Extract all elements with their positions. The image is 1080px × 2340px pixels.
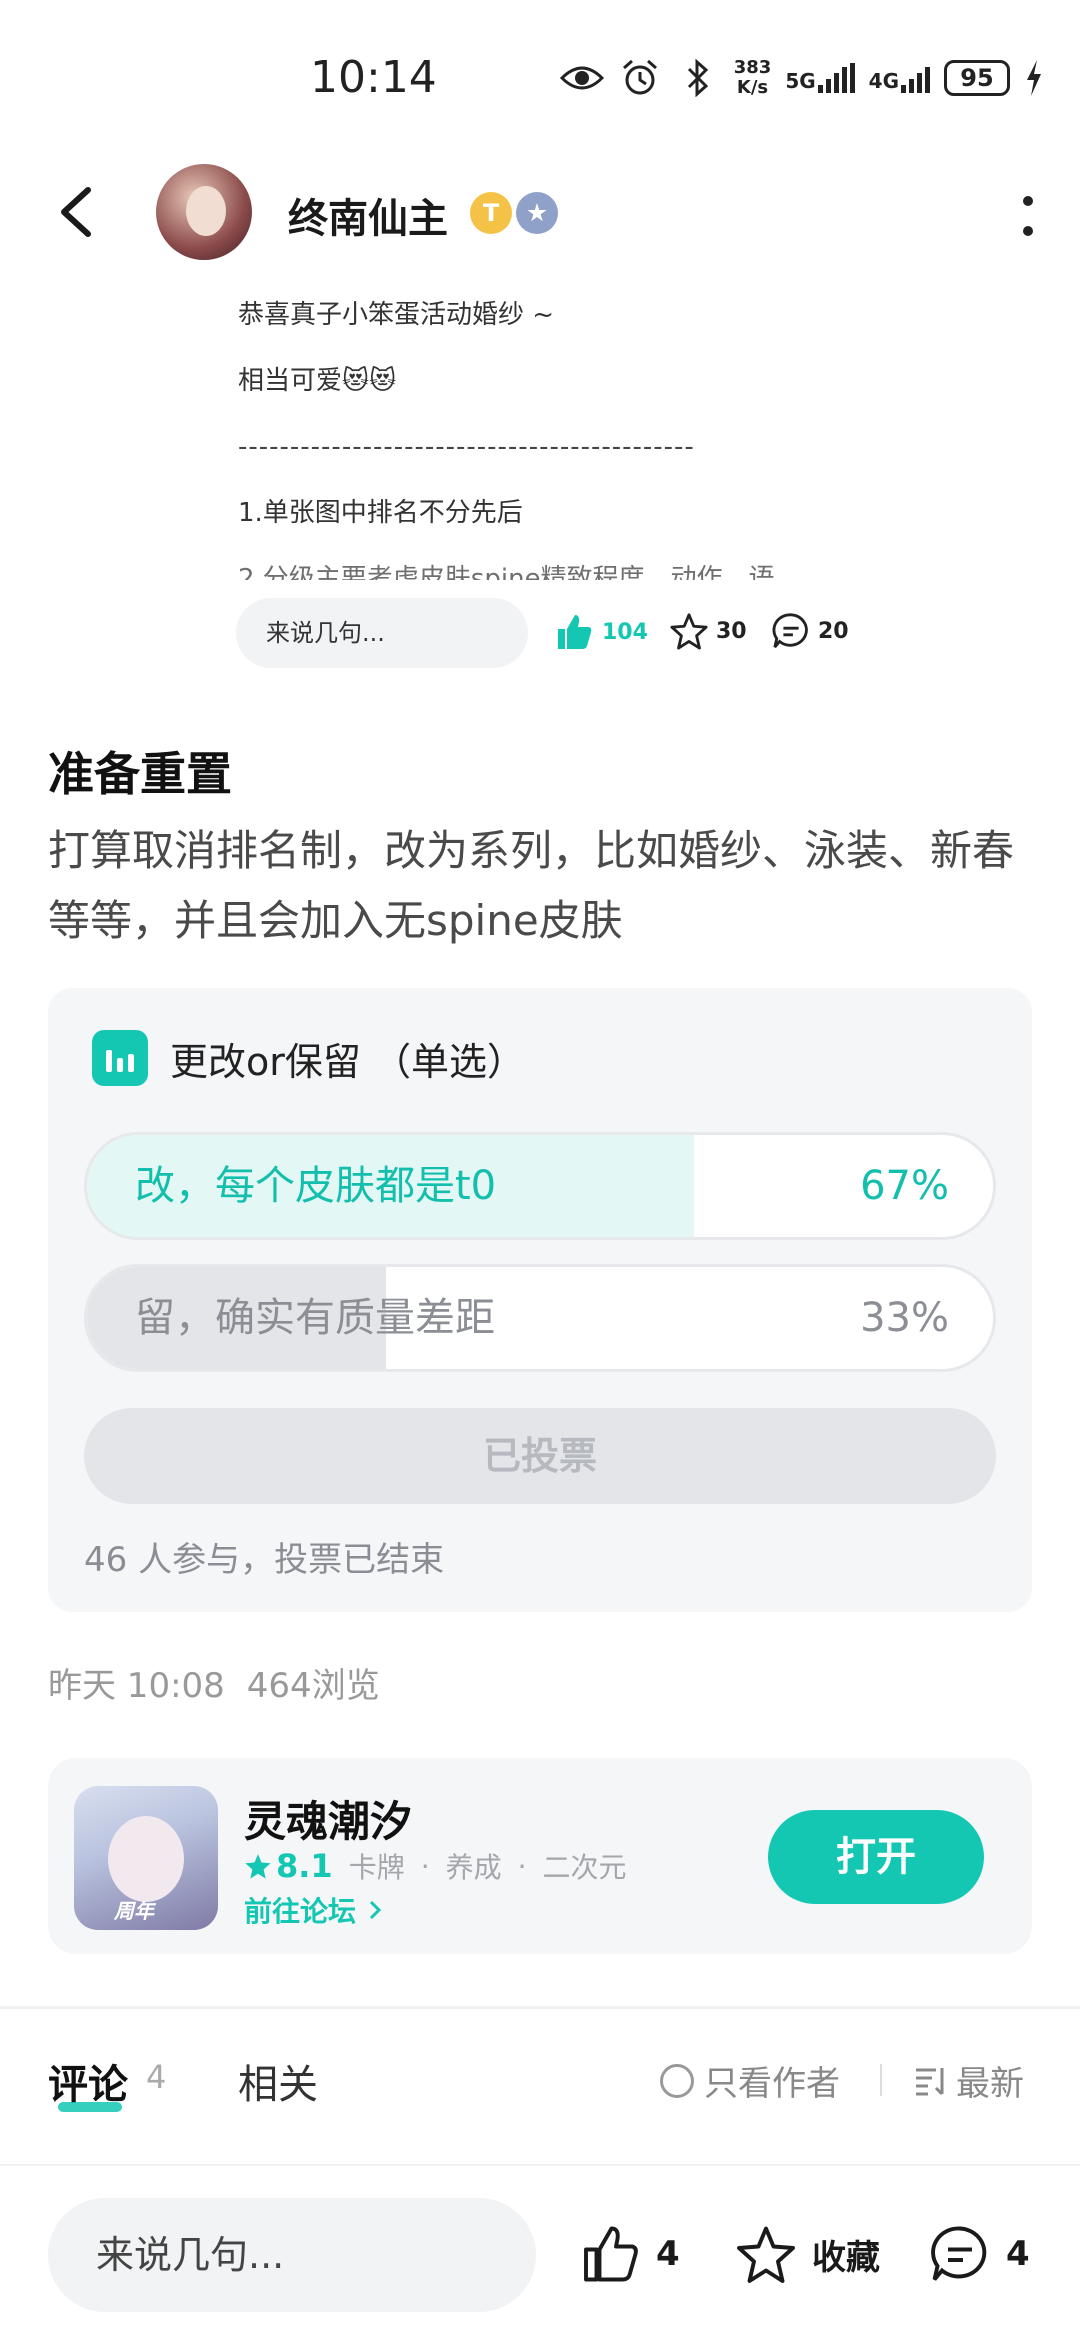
status-icons: 383 K/s 5G 4G 95 [559,56,1044,100]
tag-separator: · [420,1849,430,1883]
favorite-label: 收藏 [812,2237,880,2278]
quote-line: 2.分级主要考虑皮肤spine精致程度、动作、语 [238,564,775,580]
level-badge-icon: T [470,192,512,234]
bluetooth-icon [676,56,720,100]
post-header: 终南仙主 T [0,160,1080,270]
quote-comment-count: 20 [818,618,849,644]
quote-line: 1.单张图中排名不分先后 [238,498,523,528]
game-rating: 8.1 [244,1847,333,1885]
like-count: 4 [656,2234,680,2274]
post-title: 准备重置 [48,747,232,801]
divider [880,2064,882,2096]
star-icon [737,2226,795,2283]
quote-divider-line: ----------------------------------------… [238,432,695,462]
bar-chart-icon [92,1030,148,1086]
tab-comments[interactable]: 评论 [48,2052,128,2110]
quote-like-button[interactable]: 104 [554,612,648,652]
favorite-button[interactable]: 收藏 [736,2224,880,2284]
eye-icon [559,56,604,100]
battery-icon: 95 [944,60,1010,96]
star-icon [670,613,708,650]
game-tag: 二次元 [542,1851,627,1884]
thumbs-up-icon [584,2226,638,2282]
comment-count-bottom: 4 [1006,2234,1030,2274]
vote-title: 更改or保留 （单选） [170,1039,525,1084]
quote-line: 相当可爱😻😻 [238,366,397,396]
tag-separator: · [517,1849,527,1883]
bottom-action-bar: 来说几句... 4 收藏 4 [0,2164,1080,2340]
net-speed: 383 K/s [733,57,772,98]
sort-button[interactable]: 最新 [914,2056,1024,2105]
signal-5g-icon: 5G [785,63,855,93]
quote-line: 恭喜真子小笨蛋活动婚纱 ~ [238,300,555,330]
author-name[interactable]: 终南仙主 [288,186,448,244]
post-time: 昨天 10:08 [48,1666,225,1706]
vote-option[interactable]: 改，每个皮肤都是t0 67% [84,1132,996,1240]
quote-star-count: 30 [716,618,747,644]
more-options-button[interactable] [1020,196,1036,236]
section-divider [0,2006,1080,2009]
game-name: 灵魂潮汐 [244,1797,413,1846]
quote-comment-input[interactable]: 来说几句... [236,598,528,668]
forum-link[interactable]: 前往论坛 [244,1890,384,1930]
vote-option-label: 改，每个皮肤都是t0 [135,1163,497,1209]
thumbs-up-icon [558,615,592,649]
post-body: 打算取消排名制，改为系列，比如婚纱、泳装、新春等等，并且会加入无spine皮肤 [48,826,1015,945]
vote-option-label: 留，确实有质量差距 [135,1295,495,1341]
comment-icon [931,2226,987,2281]
comment-input[interactable]: 来说几句... [48,2198,536,2312]
comment-button[interactable]: 4 [930,2224,1030,2284]
quote-star-button[interactable]: 30 [670,612,747,650]
open-game-button[interactable]: 打开 [768,1810,984,1904]
status-bar: 10:14 383 K/s 5G 4G 95 [0,0,1080,150]
game-tag: 养成 [445,1851,502,1884]
game-card[interactable]: 周年 灵魂潮汐 8.1 卡牌 · 养成 · 二次元 前往论坛 打开 [48,1758,1032,1954]
game-info: 8.1 卡牌 · 养成 · 二次元 [244,1846,627,1886]
post-views: 464浏览 [246,1666,380,1706]
game-tag: 卡牌 [348,1851,405,1884]
vote-card: 更改or保留 （单选） 改，每个皮肤都是t0 67% 留，确实有质量差距 33%… [48,988,1032,1612]
vote-option[interactable]: 留，确实有质量差距 33% [84,1264,996,1372]
quoted-post-preview[interactable]: 恭喜真子小笨蛋活动婚纱 ~ 相当可爱😻😻 -------------------… [238,300,874,580]
alarm-icon [618,56,662,100]
back-button[interactable] [50,182,110,242]
chevron-left-icon [61,187,91,237]
voted-button[interactable]: 已投票 [84,1408,996,1504]
game-cover-image: 周年 [74,1786,218,1930]
only-author-toggle[interactable]: 只看作者 [660,2056,840,2105]
tab-related[interactable]: 相关 [238,2052,318,2110]
vote-status-text: 46 人参与，投票已结束 [84,1540,445,1580]
charging-icon [1024,56,1044,100]
vote-option-percent: 67% [860,1163,949,1209]
quote-action-bar: 来说几句... 104 30 20 [236,598,876,670]
radio-circle-icon [660,2063,694,2098]
quote-comment-button[interactable]: 20 [772,612,849,650]
avatar[interactable] [156,164,252,260]
like-button[interactable]: 4 [580,2224,680,2284]
star-badge-icon [516,192,558,234]
chevron-right-icon [369,1900,381,1920]
comment-icon [772,613,808,649]
star-filled-icon [245,1854,271,1879]
vote-option-percent: 33% [860,1295,949,1341]
quote-like-count: 104 [602,619,648,645]
signal-4g-icon: 4G [869,63,930,93]
comment-tabs: 评论 4 相关 只看作者 最新 [48,2044,1032,2124]
status-time: 10:14 [310,52,437,103]
vote-header: 更改or保留 （单选） [92,1030,525,1086]
post-meta: 昨天 10:08 464浏览 [48,1658,380,1707]
sort-icon [916,2067,944,2095]
comment-count: 4 [146,2058,167,2096]
